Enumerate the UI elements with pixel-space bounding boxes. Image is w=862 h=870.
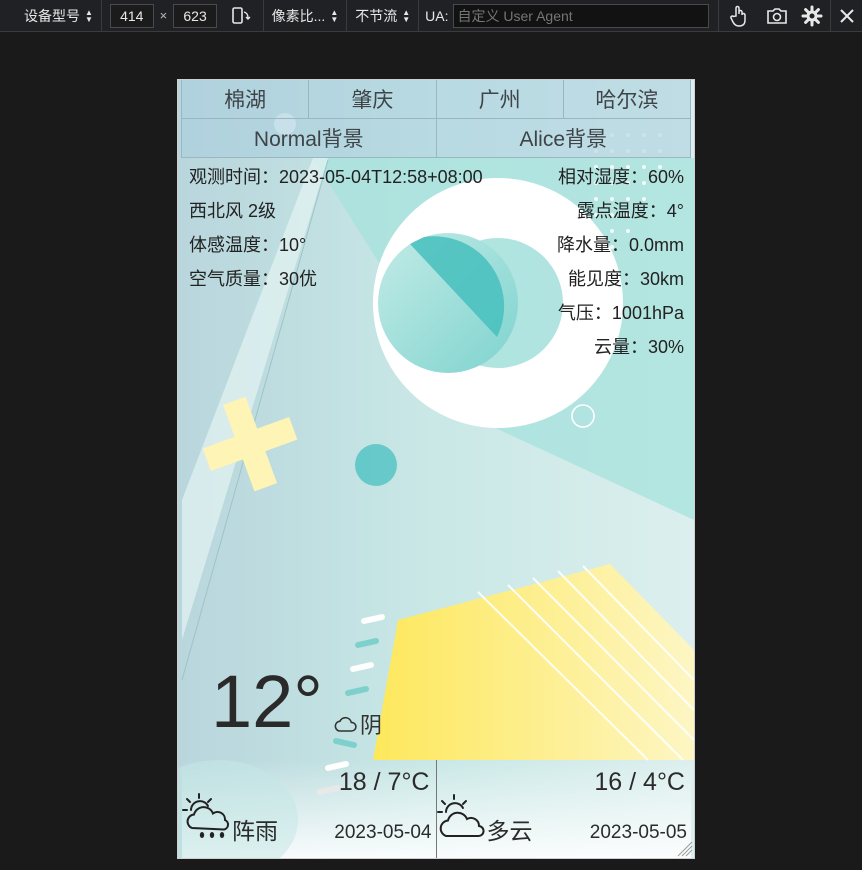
devtools-toolbar: 设备型号 ▲ ▼ 414 × 623 像素比... ▲ ▼ 不节流 ▲ ▼ UA: <box>0 0 862 32</box>
width-input[interactable]: 414 <box>109 3 154 28</box>
throttle-label: 不节流 <box>355 7 398 24</box>
height-input[interactable]: 623 <box>173 3 217 28</box>
tab-alice-background[interactable]: Alice背景 <box>435 118 691 158</box>
dew-point: 露点温度：4° <box>576 201 684 221</box>
forecast-date: 2023-05-04 <box>334 822 432 843</box>
select-arrows-icon: ▲ ▼ <box>402 7 411 24</box>
current-condition: 阴 <box>333 708 382 740</box>
select-arrows-icon: ▲ ▼ <box>330 7 339 24</box>
device-viewport: 棉湖 肇庆 广州 哈尔滨 Normal背景 Alice背景 观测时间：2023-… <box>177 79 695 859</box>
tab-city-mianhu[interactable]: 棉湖 <box>181 80 310 119</box>
forecast-panel: 18 / 7°C 阵雨 2023-05-04 16 / 4°C 多云 2023-… <box>182 760 691 858</box>
forecast-condition: 多云 <box>486 818 533 844</box>
forecast-day: 16 / 4°C 多云 2023-05-05 <box>436 760 692 858</box>
forecast-date: 2023-05-05 <box>589 822 687 843</box>
divider <box>100 0 102 31</box>
pixel-ratio-label: 像素比... <box>271 7 326 24</box>
tab-bar: 棉湖 肇庆 广州 哈尔滨 Normal背景 Alice背景 <box>181 80 691 158</box>
user-agent-input[interactable] <box>452 3 709 28</box>
precipitation: 降水量：0.0mm <box>556 235 684 255</box>
pixel-ratio-select[interactable]: 像素比... ▲ ▼ <box>264 0 347 31</box>
rotate-device-icon[interactable] <box>217 0 263 31</box>
sun-cloud-rain-icon <box>182 793 230 838</box>
visibility: 能见度：30km <box>567 269 684 289</box>
forecast-condition: 阵雨 <box>232 818 278 844</box>
air-quality: 空气质量：30优 <box>189 269 318 289</box>
forecast-day: 18 / 7°C 阵雨 2023-05-04 <box>182 760 437 858</box>
settings-gear-icon[interactable] <box>794 0 830 31</box>
current-temperature: 12° <box>211 660 323 743</box>
air-pressure: 气压：1001hPa <box>557 303 684 323</box>
tab-city-guangzhou[interactable]: 广州 <box>435 80 564 119</box>
device-model-label: 设备型号 <box>24 7 80 24</box>
touch-hand-icon[interactable] <box>719 0 759 31</box>
forecast-temp-range: 18 / 7°C <box>338 768 430 796</box>
wind-info: 西北风 2级 <box>189 201 277 221</box>
screenshot-camera-icon[interactable] <box>759 0 795 31</box>
tab-city-harbin[interactable]: 哈尔滨 <box>562 80 691 119</box>
cloud-cover: 云量：30% <box>593 337 684 357</box>
current-condition-label: 阴 <box>360 713 383 738</box>
tab-normal-background[interactable]: Normal背景 <box>181 118 437 158</box>
device-model-select[interactable]: 设备型号 ▲ ▼ <box>0 0 101 31</box>
ua-label: UA: <box>425 7 449 24</box>
sun-cloud-icon <box>436 794 485 837</box>
feels-like-temperature: 体感温度：10° <box>189 235 307 255</box>
tab-city-zhaoqing[interactable]: 肇庆 <box>308 80 437 119</box>
close-icon[interactable] <box>831 0 862 31</box>
dimension-separator: × <box>159 8 168 23</box>
select-arrows-icon: ▲ ▼ <box>85 7 93 24</box>
forecast-temp-range: 16 / 4°C <box>594 768 685 796</box>
cloud-icon <box>334 716 357 732</box>
throttle-select[interactable]: 不节流 ▲ ▼ <box>347 0 418 31</box>
relative-humidity: 相对湿度：60% <box>557 167 684 187</box>
observation-time: 观测时间：2023-05-04T12:58+08:00 <box>189 167 483 187</box>
